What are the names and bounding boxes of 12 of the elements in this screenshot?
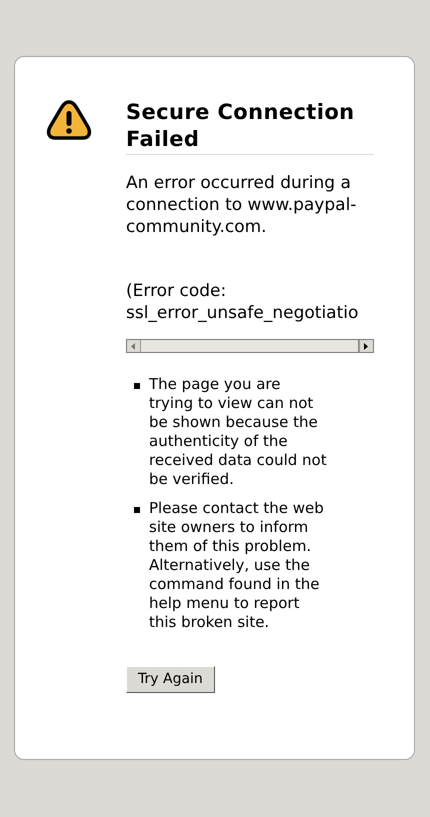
bullet-icon xyxy=(134,383,140,389)
left-arrow-icon[interactable] xyxy=(131,342,136,350)
bullet-text: Please contact the web site owners to inform them of this problem. Alternatively, use the command found in the help menu to report this broken site. xyxy=(149,499,325,632)
bullet-text: The page you are trying to view can not be shown because the authenticity of the received data could not be verified. xyxy=(149,375,327,489)
horizontal-scrollbar[interactable] xyxy=(126,339,374,353)
error-code: (Error code: ssl_error_unsafe_negotiatio xyxy=(126,280,360,324)
error-title: Secure Connection Failed xyxy=(126,99,374,155)
bullet-icon xyxy=(134,507,140,513)
try-again-button[interactable]: Try Again xyxy=(126,666,215,693)
warning-icon xyxy=(45,99,93,141)
right-arrow-icon[interactable] xyxy=(364,342,369,350)
error-message: An error occurred during a connection to www.paypal-community.com. xyxy=(126,172,358,238)
